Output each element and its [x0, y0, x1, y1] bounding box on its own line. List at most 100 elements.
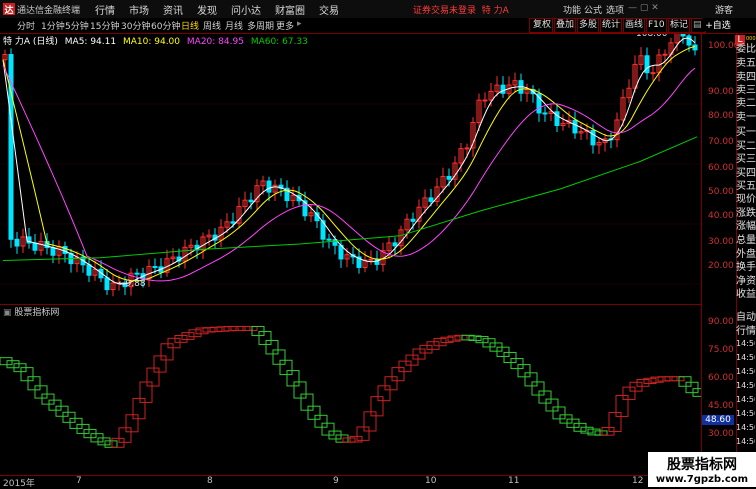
- period-monthly[interactable]: 月线: [225, 19, 243, 32]
- side-item[interactable]: 买三: [736, 150, 756, 165]
- period-5min[interactable]: 5分钟: [65, 19, 89, 32]
- indicator-box: [20, 367, 34, 382]
- indicator-box: [552, 406, 566, 420]
- side-item[interactable]: 现价: [736, 190, 756, 205]
- time-axis: 2015年 7 8 9 10 11 12: [0, 475, 701, 489]
- indicator-box: [97, 437, 111, 446]
- app-logo-icon: 达: [3, 3, 15, 16]
- period-toolbar: 分时 1分钟 5分钟 15分钟 30分钟 60分钟 日线 周线 月线 多周期 更…: [0, 18, 756, 34]
- side-item[interactable]: 涨幅: [736, 217, 756, 232]
- candle-body: [392, 242, 398, 247]
- menu-ask[interactable]: 问小达: [231, 2, 261, 17]
- guest-label[interactable]: 游客: [715, 3, 733, 16]
- side-item[interactable]: 14:50: [736, 339, 755, 348]
- menu-options[interactable]: 选项: [606, 3, 624, 16]
- period-tick[interactable]: 分时: [17, 19, 35, 32]
- side-item[interactable]: 委比: [736, 40, 756, 55]
- indicator-box: [398, 360, 412, 373]
- indicator-chart[interactable]: [0, 305, 706, 475]
- login-warning[interactable]: 证券交易未登录 特 力A: [413, 3, 509, 16]
- side-item[interactable]: 总量: [736, 231, 756, 246]
- side-item[interactable]: 14:50: [736, 395, 755, 404]
- indicator-panel[interactable]: ▣ 股票指标网: [0, 305, 706, 475]
- side-item[interactable]: 14:50: [736, 381, 755, 390]
- indicator-box: [41, 393, 55, 405]
- side-item[interactable]: 卖一: [736, 108, 756, 123]
- menu-wealth[interactable]: 财富圈: [275, 2, 305, 17]
- price-axis-label: 70.00: [708, 137, 734, 147]
- indicator-box: [300, 393, 314, 411]
- menu-bar: 达 通达信金融终端 行情 市场 资讯 发现 问小达 财富圈 交易 证券交易未登录…: [0, 0, 756, 19]
- toolbar-f10[interactable]: F10: [644, 18, 669, 33]
- period-15min[interactable]: 15分钟: [90, 19, 119, 32]
- kline-chart[interactable]: 108.00 ←9.88: [0, 21, 701, 304]
- side-item[interactable]: 卖二: [736, 94, 756, 109]
- kline-panel[interactable]: 108.00 ←9.88: [0, 21, 701, 305]
- menu-trade[interactable]: 交易: [319, 2, 339, 17]
- indicator-box: [258, 331, 272, 345]
- indicator-box: [181, 332, 195, 340]
- high-price-annotation: 108.00: [636, 34, 668, 39]
- candle-body: [326, 238, 332, 241]
- candle-body: [368, 258, 374, 261]
- side-item[interactable]: 自动: [736, 308, 756, 323]
- side-item[interactable]: 买一: [736, 123, 756, 138]
- indicator-box: [237, 325, 251, 331]
- ma20-line: [2, 65, 696, 282]
- side-item[interactable]: 14:50: [736, 409, 755, 418]
- side-item[interactable]: 卖五: [736, 54, 756, 69]
- indicator-box: [412, 348, 426, 360]
- side-item[interactable]: 14:50: [736, 437, 755, 446]
- menu-function[interactable]: 功能: [563, 3, 581, 16]
- indicator-box: [405, 354, 419, 366]
- indicator-settings-icon[interactable]: ▣: [3, 308, 12, 318]
- period-30min[interactable]: 30分钟: [121, 19, 150, 32]
- side-item[interactable]: 14:50: [736, 423, 755, 432]
- indicator-box: [636, 379, 650, 387]
- menu-market-quote[interactable]: 行情: [95, 2, 115, 17]
- indicator-box: [531, 381, 545, 396]
- indicator-box: [55, 405, 69, 417]
- time-axis-label: 11: [508, 476, 520, 486]
- price-axis-label: 90.00: [708, 87, 734, 97]
- indicator-box: [153, 355, 167, 373]
- more-arrow-icon[interactable]: ▸: [297, 19, 302, 29]
- low-price-annotation: ←9.88: [118, 279, 146, 289]
- indicator-box: [34, 385, 48, 399]
- period-multi[interactable]: 多周期: [247, 19, 274, 32]
- price-axis: 100.00 90.00 80.00 70.00 60.00 50.00 40.00 30.0…: [701, 34, 740, 475]
- indicator-box: [517, 364, 531, 378]
- indicator-box: [160, 343, 174, 361]
- price-axis-label: 20.00: [708, 261, 734, 271]
- add-watchlist-button[interactable]: +自选: [702, 18, 734, 31]
- time-axis-label: 2015年: [3, 479, 35, 489]
- side-item[interactable]: 收益: [736, 285, 756, 300]
- period-daily[interactable]: 日线: [181, 19, 199, 32]
- price-axis-label: 60.00: [708, 163, 734, 173]
- indicator-box: [104, 440, 118, 448]
- window-controls-icon[interactable]: — ▢ ✕: [628, 3, 659, 13]
- indicator-box: [496, 346, 510, 357]
- candle-body: [266, 180, 272, 193]
- period-1min[interactable]: 1分钟: [41, 19, 65, 32]
- side-item[interactable]: 行情: [736, 322, 756, 337]
- price-axis-label: 40.00: [708, 211, 734, 221]
- indicator-box: [608, 411, 622, 433]
- period-weekly[interactable]: 周线: [203, 19, 221, 32]
- side-item[interactable]: 14:50: [736, 353, 755, 362]
- indicator-box: [188, 329, 202, 338]
- side-item[interactable]: 14:50: [736, 367, 755, 376]
- indicator-box: [510, 358, 524, 370]
- period-more[interactable]: 更多: [276, 19, 294, 32]
- side-item[interactable]: 换手: [736, 258, 756, 273]
- indicator-box: [76, 423, 90, 434]
- menu-discover[interactable]: 发现: [197, 2, 217, 17]
- menu-formula[interactable]: 公式: [584, 3, 602, 16]
- menu-market[interactable]: 市场: [129, 2, 149, 17]
- period-60min[interactable]: 60分钟: [151, 19, 180, 32]
- menu-news[interactable]: 资讯: [163, 2, 183, 17]
- indicator-box: [377, 385, 391, 402]
- indicator-axis-label: 60.00: [708, 373, 734, 383]
- indicator-box: [370, 396, 384, 417]
- site-watermark: 股票指标网 www.7gpzb.com: [648, 452, 756, 487]
